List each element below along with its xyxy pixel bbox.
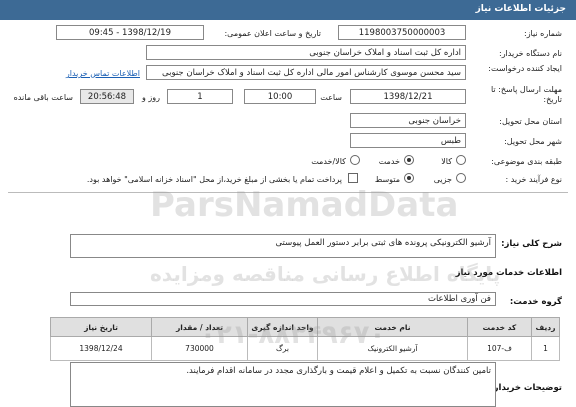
- need-number-field: 1198003750000003: [338, 25, 466, 40]
- buyer-contact-link[interactable]: اطلاعات تماس خریدار: [66, 69, 140, 78]
- deadline-time-field: 10:00: [244, 89, 316, 104]
- buyer-org-label: نام دستگاه خریدار:: [499, 49, 562, 58]
- buyer-org-field: اداره کل ثبت اسناد و املاک خراسان جنوبی: [146, 45, 466, 60]
- table-header-row: ردیف کد خدمت نام خدمت واحد اندازه گیری ت…: [50, 317, 560, 337]
- col-header-service-code: کد خدمت: [467, 317, 532, 337]
- table-row: 1 ف-107 آرشیو الکترونیک برگ 730000 1398/…: [50, 336, 560, 361]
- days-label: روز و: [142, 93, 160, 102]
- process-label: نوع فرآیند خرید :: [505, 175, 562, 184]
- cell-need-date: 1398/12/24: [50, 336, 152, 361]
- payment-note: پرداخت تمام یا بخشی از مبلغ خرید،از محل …: [86, 175, 342, 184]
- process-option-minor: جزیی: [433, 175, 452, 184]
- category-radio-goods-service[interactable]: [350, 155, 360, 165]
- category-option-service: خدمت: [378, 157, 400, 166]
- col-header-unit: واحد اندازه گیری: [247, 317, 318, 337]
- category-option-goods: کالا: [441, 157, 452, 166]
- remaining-time-field: 20:56:48: [80, 89, 134, 104]
- col-header-row-number: ردیف: [531, 317, 560, 337]
- category-radio-goods[interactable]: [456, 155, 466, 165]
- requester-label: ایجاد کننده درخواست:: [488, 64, 562, 73]
- city-field: طبس: [350, 133, 466, 148]
- page-header: جزئیات اطلاعات نیاز: [0, 0, 576, 20]
- province-label: استان محل تحویل:: [499, 117, 562, 126]
- buyer-notes-label: توضیحات خریدار:: [490, 383, 562, 393]
- category-label: طبقه بندی موضوعی:: [491, 157, 562, 166]
- announce-label: تاریخ و ساعت اعلان عمومی:: [224, 29, 321, 38]
- province-field: خراسان جنوبی: [350, 113, 466, 128]
- cell-service-name: آرشیو الکترونیک: [317, 336, 468, 361]
- treasury-checkbox[interactable]: [348, 173, 358, 183]
- deadline-date-field: 1398/12/21: [350, 89, 466, 104]
- divider: [8, 192, 568, 193]
- process-radio-minor[interactable]: [456, 173, 466, 183]
- page-title: جزئیات اطلاعات نیاز: [475, 4, 566, 14]
- cell-service-code: ف-107: [467, 336, 532, 361]
- deadline-time-label: ساعت: [320, 93, 342, 102]
- col-header-quantity: تعداد / مقدار: [151, 317, 248, 337]
- need-summary-label: شرح کلی نیاز:: [501, 239, 562, 249]
- need-summary-field: آرشیو الکترونیکی پرونده های ثبتی برابر د…: [70, 234, 496, 258]
- cell-unit: برگ: [247, 336, 318, 361]
- remaining-label: ساعت باقی مانده: [13, 93, 73, 102]
- col-header-service-name: نام خدمت: [317, 317, 468, 337]
- need-number-label: شماره نیاز:: [524, 29, 562, 38]
- category-option-goods-service: کالا/خدمت: [311, 157, 346, 166]
- city-label: شهر محل تحویل:: [504, 137, 562, 146]
- announce-field: 1398/12/19 - 09:45: [56, 25, 204, 40]
- process-radio-medium[interactable]: [404, 173, 414, 183]
- watermark-brand: ParsNamadData: [150, 185, 459, 225]
- requester-field: سید محسن موسوی کارشناس امور مالی اداره ک…: [146, 65, 466, 80]
- category-radio-service[interactable]: [404, 155, 414, 165]
- service-group-field: فن آوری اطلاعات: [70, 292, 496, 306]
- process-option-medium: متوسط: [374, 175, 400, 184]
- services-table: ردیف کد خدمت نام خدمت واحد اندازه گیری ت…: [50, 317, 560, 361]
- deadline-label: مهلت ارسال پاسخ: تا تاریخ:: [490, 85, 562, 104]
- cell-quantity: 730000: [151, 336, 248, 361]
- col-header-need-date: تاریخ نیاز: [50, 317, 152, 337]
- services-title: اطلاعات خدمات مورد نیاز: [455, 268, 562, 278]
- watermark-tagline: پایگاه اطلاع رسانی مناقصه ومزایده: [150, 262, 501, 286]
- buyer-notes-field: تامین کنندگان نسبت به تکمیل و اعلام قیمت…: [70, 362, 496, 407]
- service-group-label: گروه خدمت:: [509, 297, 562, 307]
- cell-row-number: 1: [531, 336, 560, 361]
- days-field: 1: [167, 89, 233, 104]
